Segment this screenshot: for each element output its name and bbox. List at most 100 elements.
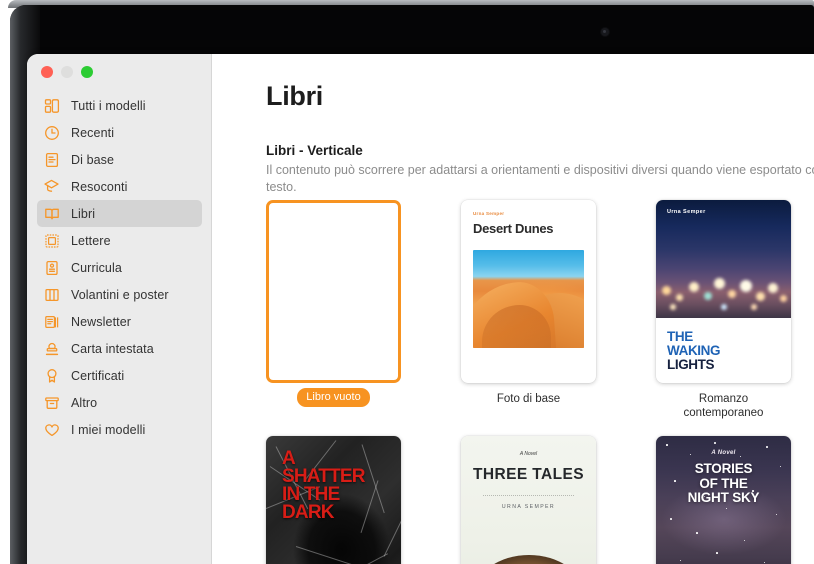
sidebar-item-label: Di base — [71, 152, 115, 167]
three-tales-cover[interactable]: A Novel THREE TALES URNA SEMPER — [461, 436, 596, 564]
cover-title-line3: NIGHT SKY — [687, 490, 760, 505]
sidebar-item-label: Newsletter — [71, 314, 132, 329]
sidebar-item-label: Volantini e poster — [71, 287, 169, 302]
template-thumbnail-wrap: A Novel THREE TALES URNA SEMPER — [461, 436, 596, 564]
template-card-foto-di-base[interactable]: Urna Semper Desert Dunes Foto di base — [461, 200, 596, 420]
page-title: Libri — [266, 81, 323, 111]
book-icon — [43, 205, 60, 222]
cover-byline: Urna Semper — [473, 211, 505, 216]
template-card-romanzo-contemporaneo[interactable]: Urna Semper THE WAKING LIGHTS Romanzo co… — [656, 200, 791, 420]
sidebar-item-label: Altro — [71, 395, 98, 410]
template-thumbnail-wrap: Urna Semper Desert Dunes — [461, 200, 596, 383]
sidebar-item-certificati[interactable]: Certificati — [37, 362, 202, 389]
city-night-photo: Urna Semper — [656, 200, 791, 318]
cover-subtitle: A Novel — [711, 450, 736, 456]
graduation-cap-icon — [43, 178, 60, 195]
sidebar-item-curricula[interactable]: Curricula — [37, 254, 202, 281]
section-description-line2: testo. — [266, 180, 297, 194]
cover-byline: Urna Semper — [667, 209, 706, 215]
template-thumbnail-wrap — [266, 200, 401, 383]
sidebar-item-di-base[interactable]: Di base — [37, 146, 202, 173]
template-caption: Foto di base — [496, 393, 561, 405]
template-card-three-tales[interactable]: A Novel THREE TALES URNA SEMPER — [461, 436, 596, 564]
cover-title: THREE TALES — [473, 466, 584, 483]
sidebar-item-carta-intestata[interactable]: Carta intestata — [37, 335, 202, 362]
document-icon — [43, 151, 60, 168]
nest-illustration — [473, 555, 584, 564]
all-templates-icon — [43, 97, 60, 114]
minimize-button[interactable] — [61, 66, 73, 78]
template-caption-line2: contemporaneo — [683, 407, 764, 419]
template-row: Libro vuoto Urna Semper Desert Dunes Fot… — [266, 200, 814, 420]
sidebar-item-volantini-e-poster[interactable]: Volantini e poster — [37, 281, 202, 308]
sidebar-item-i-miei-modelli[interactable]: I miei modelli — [37, 416, 202, 443]
desert-photo — [473, 250, 584, 348]
cover-title-line1: THE — [667, 329, 693, 344]
stamp-icon — [43, 340, 60, 357]
flyer-icon — [43, 286, 60, 303]
newsletter-icon — [43, 313, 60, 330]
sidebar-item-label: Curricula — [71, 260, 122, 275]
resume-icon — [43, 259, 60, 276]
main-content: Libri Libri - Verticale Il contenuto può… — [213, 54, 814, 564]
cover-title-block: THE WAKING LIGHTS — [656, 318, 791, 372]
sidebar-item-tutti-i-modelli[interactable]: Tutti i modelli — [37, 92, 202, 119]
webcam-icon — [601, 28, 609, 36]
template-card-stories-night-sky[interactable]: A Novel STORIES OF THE NIGHT SKY — [656, 436, 791, 564]
template-row: A SHATTER IN THE DARK A Novel THREE TALE… — [266, 436, 814, 564]
sidebar-item-label: Recenti — [71, 125, 115, 140]
box-icon — [43, 394, 60, 411]
template-thumbnail-wrap: A SHATTER IN THE DARK — [266, 436, 401, 564]
sidebar-item-libri[interactable]: Libri — [37, 200, 202, 227]
section-description: Il contenuto può scorrere per adattarsi … — [266, 162, 814, 196]
template-thumbnail-wrap: Urna Semper THE WAKING LIGHTS — [656, 200, 791, 383]
cover-subtitle: A Novel — [519, 451, 538, 457]
sidebar-item-resoconti[interactable]: Resoconti — [37, 173, 202, 200]
sidebar-item-label: I miei modelli — [71, 422, 146, 437]
cover-author: URNA SEMPER — [501, 504, 556, 510]
section-description-line1: Il contenuto può scorrere per adattarsi … — [266, 163, 814, 177]
cover-title-block: A SHATTER IN THE DARK — [282, 449, 391, 523]
empty-book-cover[interactable] — [266, 200, 401, 383]
shatter-dark-cover[interactable]: A SHATTER IN THE DARK — [266, 436, 401, 564]
template-card-shatter-in-the-dark[interactable]: A SHATTER IN THE DARK — [266, 436, 401, 564]
night-sky-cover[interactable]: A Novel STORIES OF THE NIGHT SKY — [656, 436, 791, 564]
template-caption-line1: Romanzo — [698, 393, 749, 405]
template-caption: Libro vuoto — [297, 388, 370, 407]
sidebar-item-newsletter[interactable]: Newsletter — [37, 308, 202, 335]
sidebar-item-label: Resoconti — [71, 179, 128, 194]
cover-title-line3: LIGHTS — [667, 357, 715, 372]
sidebar-nav: Tutti i modelli Recenti Di base Resocont… — [27, 92, 212, 443]
sidebar-item-lettere[interactable]: Lettere — [37, 227, 202, 254]
sidebar-item-label: Libri — [71, 206, 96, 221]
webcam-lens-dot — [603, 30, 606, 33]
cover-title-block: STORIES OF THE NIGHT SKY — [656, 461, 791, 506]
waking-lights-cover[interactable]: Urna Semper THE WAKING LIGHTS — [656, 200, 791, 383]
envelope-stamp-icon — [43, 232, 60, 249]
template-card-libro-vuoto[interactable]: Libro vuoto — [266, 200, 401, 420]
sidebar-item-label: Certificati — [71, 368, 125, 383]
close-button[interactable] — [41, 66, 53, 78]
cover-title-line1: STORIES — [694, 461, 753, 476]
cover-title: Desert Dunes — [473, 221, 554, 236]
desert-dunes-cover[interactable]: Urna Semper Desert Dunes — [461, 200, 596, 383]
cover-title-line4: DARK — [282, 502, 334, 523]
sidebar-item-recenti[interactable]: Recenti — [37, 119, 202, 146]
cover-title-line2: OF THE — [699, 475, 748, 491]
template-caption: Romanzo contemporaneo — [656, 392, 791, 420]
sidebar-item-altro[interactable]: Altro — [37, 389, 202, 416]
cover-divider — [483, 495, 574, 496]
template-caption-wrap: Libro vuoto — [266, 383, 401, 407]
sidebar-item-label: Lettere — [71, 233, 111, 248]
sidebar: Tutti i modelli Recenti Di base Resocont… — [27, 54, 212, 564]
app-window: Tutti i modelli Recenti Di base Resocont… — [27, 54, 814, 564]
window-traffic-lights — [41, 66, 93, 78]
template-thumbnail-wrap: A Novel STORIES OF THE NIGHT SKY — [656, 436, 791, 564]
template-grid: Libro vuoto Urna Semper Desert Dunes Fot… — [266, 200, 814, 564]
cover-title-line2: WAKING — [667, 343, 721, 358]
heart-icon — [43, 421, 60, 438]
zoom-button[interactable] — [81, 66, 93, 78]
section-title: Libri - Verticale — [266, 143, 363, 158]
sidebar-item-label: Carta intestata — [71, 341, 154, 356]
award-ribbon-icon — [43, 367, 60, 384]
